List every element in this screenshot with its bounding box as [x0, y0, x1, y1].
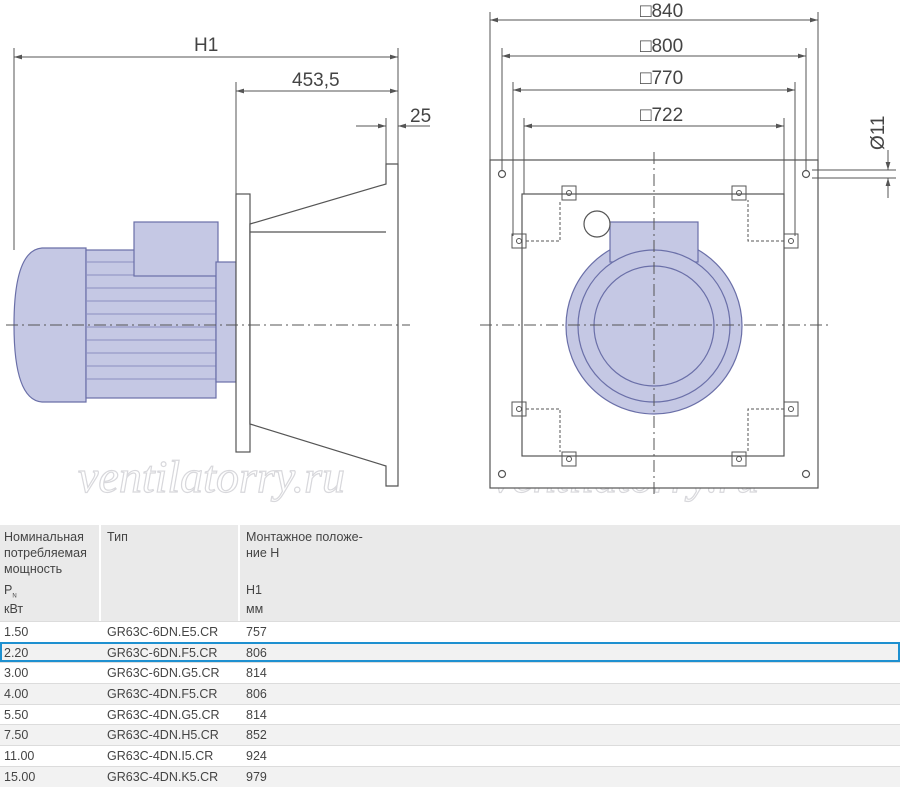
- cell-h1: 814: [246, 666, 267, 681]
- watermark-left: ventilatorry.ru: [78, 451, 345, 502]
- cell-h1: 814: [246, 707, 267, 722]
- dim-453: 453,5: [292, 70, 340, 91]
- header-power-unit: кВт: [4, 602, 24, 616]
- terminal-box: [133, 221, 219, 277]
- cell-type: GR63C-4DN.F5.CR: [107, 687, 218, 702]
- cell-power: 7.50: [4, 728, 29, 743]
- dim-840: □840: [640, 1, 683, 22]
- cell-power: 2.20: [4, 645, 29, 660]
- dim-800: □800: [640, 36, 683, 57]
- header-power-line3: мощность: [4, 562, 63, 576]
- header-type: Тип: [103, 525, 240, 621]
- cell-h1: 924: [246, 749, 267, 764]
- side-view: [6, 163, 410, 487]
- header-power: Номинальная потребляемая мощность PN кВт: [0, 525, 101, 621]
- dim-25: 25: [410, 106, 431, 127]
- technical-drawing: ventilatorry.ru ventilatorry.ru: [6, 1, 896, 503]
- table-row[interactable]: 4.00 GR63C-4DN.F5.CR 806: [0, 683, 900, 704]
- cell-type: GR63C-6DN.E5.CR: [107, 625, 219, 639]
- header-h1-symbol: H1: [246, 583, 262, 597]
- dim-770: □770: [640, 68, 683, 89]
- table-body: 1.50 GR63C-6DN.E5.CR 757 2.20 GR63C-6DN.F5.…: [0, 621, 900, 787]
- cell-type: GR63C-4DN.H5.CR: [107, 728, 219, 743]
- cell-type: GR63C-6DN.G5.CR: [107, 666, 220, 681]
- cell-power: 15.00: [4, 769, 36, 784]
- cell-h1: 757: [246, 625, 267, 639]
- spec-table: Номинальная потребляемая мощность PN кВт…: [0, 525, 900, 787]
- table-row[interactable]: 1.50 GR63C-6DN.E5.CR 757: [0, 621, 900, 642]
- dim-hole: Ø11: [868, 115, 889, 150]
- table-row[interactable]: 11.00 GR63C-4DN.I5.CR 924: [0, 745, 900, 766]
- cell-power: 3.00: [4, 666, 29, 681]
- cell-h1: 979: [246, 769, 267, 784]
- header-power-line1: Номинальная: [4, 530, 84, 544]
- header-type-label: Тип: [107, 530, 128, 544]
- cell-power: 4.00: [4, 687, 29, 702]
- table-row[interactable]: 7.50 GR63C-4DN.H5.CR 852: [0, 724, 900, 746]
- cell-power: 1.50: [4, 625, 29, 639]
- header-mounting-line1: Монтажное положе-: [246, 530, 363, 544]
- cell-h1: 806: [246, 687, 267, 702]
- cell-type: GR63C-4DN.G5.CR: [107, 707, 220, 722]
- header-h1-unit: мм: [246, 602, 264, 616]
- header-mounting: Монтажное положе- ние H H1 мм: [242, 525, 900, 621]
- table-row-selected[interactable]: 2.20 GR63C-6DN.F5.CR 806: [0, 641, 900, 663]
- table-row[interactable]: 15.00 GR63C-4DN.K5.CR 979: [0, 765, 900, 787]
- cell-power: 5.50: [4, 707, 29, 722]
- cable-gland: [583, 210, 611, 238]
- dim-722: □722: [640, 105, 683, 126]
- cell-power: 11.00: [4, 749, 35, 764]
- table-row[interactable]: 3.00 GR63C-6DN.G5.CR 814: [0, 662, 900, 684]
- dim-h1: H1: [194, 35, 218, 56]
- cell-h1: 852: [246, 728, 267, 743]
- cell-type: GR63C-4DN.K5.CR: [107, 769, 219, 784]
- cell-type: GR63C-6DN.F5.CR: [107, 645, 218, 660]
- cell-type: GR63C-4DN.I5.CR: [107, 749, 214, 764]
- motor-plate: [235, 193, 251, 453]
- front-view: [480, 152, 830, 496]
- table-header: Номинальная потребляемая мощность PN кВт…: [0, 525, 900, 621]
- cell-h1: 806: [246, 645, 267, 660]
- header-mounting-line2: ние H: [246, 546, 280, 560]
- table-row[interactable]: 5.50 GR63C-4DN.G5.CR 814: [0, 703, 900, 725]
- header-power-line2: потребляемая: [4, 546, 87, 560]
